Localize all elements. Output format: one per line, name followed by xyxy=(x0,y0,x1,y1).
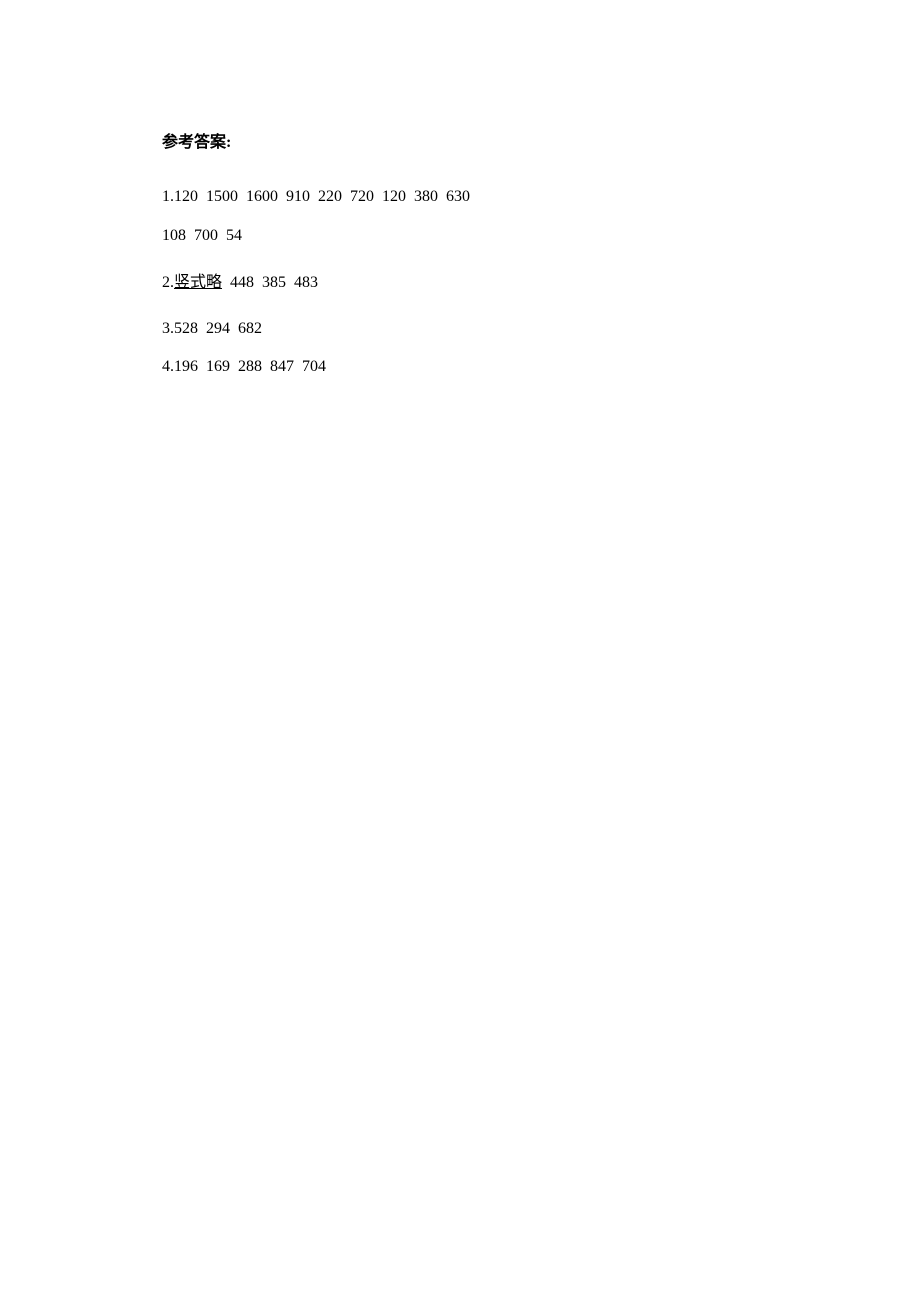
answer-1-line-1: 1.120 1500 1600 910 220 720 120 380 630 xyxy=(162,184,810,210)
answer-4-line: 4.196 169 288 847 704 xyxy=(162,354,810,380)
answer-2-line: 2.竖式略 448 385 483 xyxy=(162,270,810,296)
answer-3: 3.528 294 682 xyxy=(162,316,810,342)
answer-2-rest: 448 385 483 xyxy=(222,274,318,291)
answer-2: 2.竖式略 448 385 483 xyxy=(162,270,810,296)
answer-1: 1.120 1500 1600 910 220 720 120 380 630 … xyxy=(162,184,810,248)
answer-key-heading: 参考答案: xyxy=(162,128,810,152)
answer-1-line-2: 108 700 54 xyxy=(162,223,810,249)
answer-2-prefix: 2. xyxy=(162,274,174,291)
answer-2-underlined: 竖式略 xyxy=(174,274,222,291)
answer-3-line: 3.528 294 682 xyxy=(162,316,810,342)
answer-4: 4.196 169 288 847 704 xyxy=(162,354,810,380)
